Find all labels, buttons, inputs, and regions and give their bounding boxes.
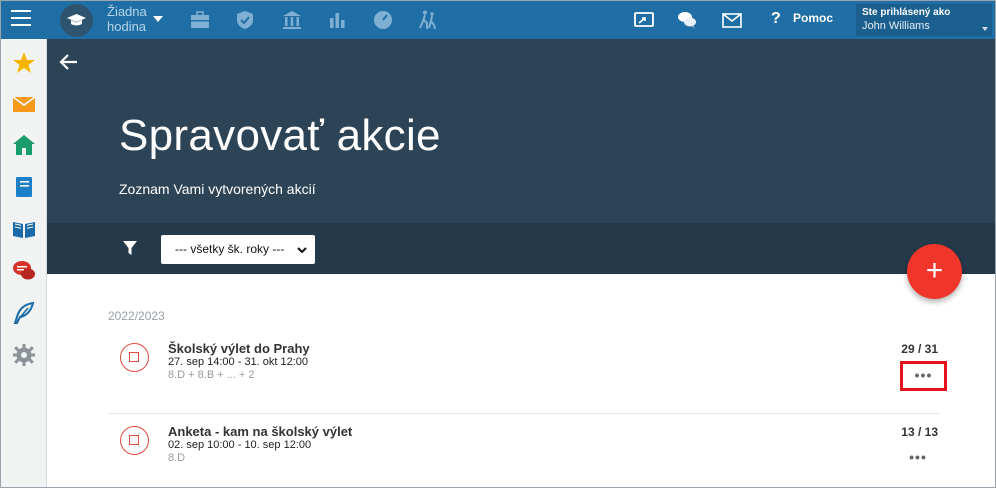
event-response-count: 29 / 31: [901, 342, 938, 356]
institution-icon[interactable]: [281, 9, 303, 31]
chat-icon[interactable]: [12, 259, 36, 283]
sidebar: [1, 39, 47, 487]
chevron-down-icon[interactable]: [153, 16, 163, 22]
envelope-icon[interactable]: [721, 9, 743, 31]
school-year-select-value: --- všetky šk. roky ---: [175, 242, 285, 256]
back-arrow-icon[interactable]: [59, 53, 79, 71]
page-title: Spravovať akcie: [119, 111, 441, 160]
chat-bubbles-icon[interactable]: [676, 9, 698, 31]
help-link[interactable]: Pomoc: [793, 11, 833, 25]
hiking-icon[interactable]: [417, 9, 439, 31]
event-dates: 27. sep 14:00 - 31. okt 12:00: [168, 356, 309, 368]
more-options-button[interactable]: •••: [900, 361, 947, 391]
more-options-button[interactable]: •••: [902, 448, 934, 470]
login-prefix: Ste prihlásený ako: [862, 7, 951, 18]
event-row[interactable]: Anketa - kam na školský výlet 02. sep 10…: [108, 413, 940, 487]
top-bar: Žiadna hodina ? Pomoc Ste prihlásený ako…: [1, 1, 995, 39]
event-classes: 8.D: [168, 452, 186, 464]
filter-icon: [122, 240, 138, 256]
event-classes: 8.D + 8.B + ... + 2: [168, 369, 255, 381]
chevron-down-icon: [297, 244, 307, 254]
user-name: John Williams: [862, 20, 930, 32]
caret-down-icon[interactable]: [982, 27, 988, 31]
event-title[interactable]: Školský výlet do Prahy: [168, 341, 310, 356]
home-icon[interactable]: [12, 133, 36, 157]
briefcase-icon[interactable]: [189, 9, 211, 31]
user-login-box[interactable]: Ste prihlásený ako John Williams: [856, 4, 992, 36]
event-row[interactable]: Školský výlet do Prahy 27. sep 14:00 - 3…: [108, 331, 947, 411]
event-title[interactable]: Anketa - kam na školský výlet: [168, 424, 352, 439]
page-subtitle: Zoznam Vami vytvorených akcií: [119, 181, 316, 197]
feather-icon[interactable]: [12, 301, 36, 325]
shield-check-icon[interactable]: [234, 9, 256, 31]
event-status-icon[interactable]: [120, 343, 149, 372]
page-header: Spravovať akcie Zoznam Vami vytvorených …: [47, 39, 995, 223]
event-status-icon[interactable]: [120, 426, 149, 455]
book-icon[interactable]: [12, 217, 36, 241]
lesson-selector-label[interactable]: Žiadna hodina: [107, 4, 153, 34]
notebook-icon[interactable]: [12, 175, 36, 199]
filter-bar: --- všetky šk. roky ---: [47, 223, 995, 274]
cast-screen-icon[interactable]: [633, 9, 655, 31]
star-icon[interactable]: [12, 51, 36, 75]
mail-icon[interactable]: [12, 92, 36, 116]
gear-icon[interactable]: [12, 343, 36, 367]
add-event-button[interactable]: +: [907, 244, 962, 299]
graduation-cap-icon[interactable]: [60, 4, 93, 37]
school-year-select[interactable]: --- všetky šk. roky ---: [161, 235, 315, 264]
hamburger-menu-icon[interactable]: [11, 10, 31, 28]
event-dates: 02. sep 10:00 - 10. sep 12:00: [168, 439, 312, 451]
app-frame: Žiadna hodina ? Pomoc Ste prihlásený ako…: [0, 0, 996, 488]
help-icon[interactable]: ?: [771, 10, 781, 28]
speedometer-icon[interactable]: [372, 9, 394, 31]
bar-chart-icon[interactable]: [326, 9, 348, 31]
school-year-heading: 2022/2023: [108, 309, 165, 323]
event-response-count: 13 / 13: [901, 425, 938, 439]
